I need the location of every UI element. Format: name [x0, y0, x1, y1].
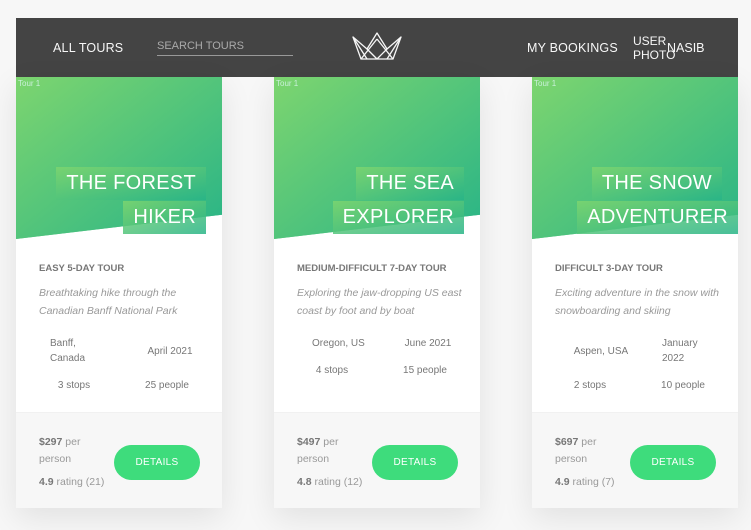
tour-title-line: The Snow — [591, 167, 722, 200]
price-value: $697 — [555, 436, 579, 448]
rating-label: rating (12) — [314, 476, 363, 488]
tour-stops: 4 stops — [315, 365, 349, 376]
top-navigation-bar: All tours My bookings User photo Nasib — [16, 18, 738, 77]
rating-value: 4.9 — [39, 476, 54, 488]
tour-heading: Medium-difficult 7-day tour — [297, 263, 447, 274]
tour-people: 10 people — [661, 380, 705, 391]
tour-card: Tour 1 The Sea Explorer Medium-difficult… — [274, 77, 480, 508]
rating-value: 4.8 — [297, 476, 312, 488]
details-button[interactable]: Details — [630, 445, 716, 480]
tour-title-line: Explorer — [332, 201, 464, 234]
card-footer: $497 per person 4.8 rating (12) Details — [274, 412, 480, 508]
tour-summary: Exploring the jaw-dropping US east coast… — [297, 287, 462, 317]
tour-title: The Forest Hiker — [16, 166, 206, 234]
tour-price: $497 per person — [297, 434, 369, 468]
card-footer: $297 per person 4.9 rating (21) Details — [16, 412, 222, 508]
price-value: $497 — [297, 436, 321, 448]
tour-image-alt: Tour 1 — [18, 79, 41, 88]
all-tours-link[interactable]: All tours — [53, 41, 123, 55]
tour-stops: 3 stops — [57, 380, 91, 391]
details-button[interactable]: Details — [372, 445, 458, 480]
rating-value: 4.9 — [555, 476, 570, 488]
tour-rating: 4.9 rating (7) — [555, 476, 615, 488]
tour-title-line: Hiker — [123, 201, 206, 234]
tour-title: The Snow Adventurer — [532, 166, 738, 234]
tour-people: 15 people — [403, 365, 447, 376]
logo-crown-icon[interactable] — [351, 31, 403, 61]
tour-location: Oregon, US — [312, 338, 365, 349]
tour-stops: 2 stops — [573, 380, 607, 391]
details-button[interactable]: Details — [114, 445, 200, 480]
tour-price: $297 per person — [39, 434, 111, 468]
tour-image-alt: Tour 1 — [534, 79, 557, 88]
tour-rating: 4.8 rating (12) — [297, 476, 362, 488]
tour-title: The Sea Explorer — [274, 166, 464, 234]
tour-title-line: The Forest — [56, 167, 206, 200]
tour-heading: Difficult 3-day tour — [555, 263, 663, 274]
tour-location: Aspen, USA — [573, 346, 629, 357]
user-avatar[interactable]: User photo — [633, 34, 675, 62]
card-footer: $697 per person 4.9 rating (7) Details — [532, 412, 738, 508]
tour-heading: Easy 5-day tour — [39, 263, 125, 274]
rating-label: rating (7) — [572, 476, 615, 488]
tour-date: January 2022 — [662, 338, 698, 364]
tour-price: $697 per person — [555, 434, 627, 468]
user-name-link[interactable]: Nasib — [667, 41, 705, 55]
tour-card: Tour 1 The Forest Hiker Easy 5-day tour … — [16, 77, 222, 508]
tour-date: June 2021 — [404, 338, 452, 349]
tour-rating: 4.9 rating (21) — [39, 476, 104, 488]
tour-title-line: The Sea — [356, 167, 464, 200]
tour-summary: Breathtaking hike through the Canadian B… — [39, 287, 178, 317]
my-bookings-link[interactable]: My bookings — [527, 41, 618, 55]
tour-location: Banff, Canada — [50, 338, 86, 364]
tour-summary: Exciting adventure in the snow with snow… — [555, 287, 720, 317]
search-input[interactable] — [157, 39, 293, 56]
tour-people: 25 people — [145, 380, 189, 391]
price-value: $297 — [39, 436, 63, 448]
rating-label: rating (21) — [56, 476, 105, 488]
tour-image-alt: Tour 1 — [276, 79, 299, 88]
tour-date: April 2021 — [147, 346, 193, 357]
tour-card: Tour 1 The Snow Adventurer Difficult 3-d… — [532, 77, 738, 508]
tour-title-line: Adventurer — [577, 201, 738, 234]
